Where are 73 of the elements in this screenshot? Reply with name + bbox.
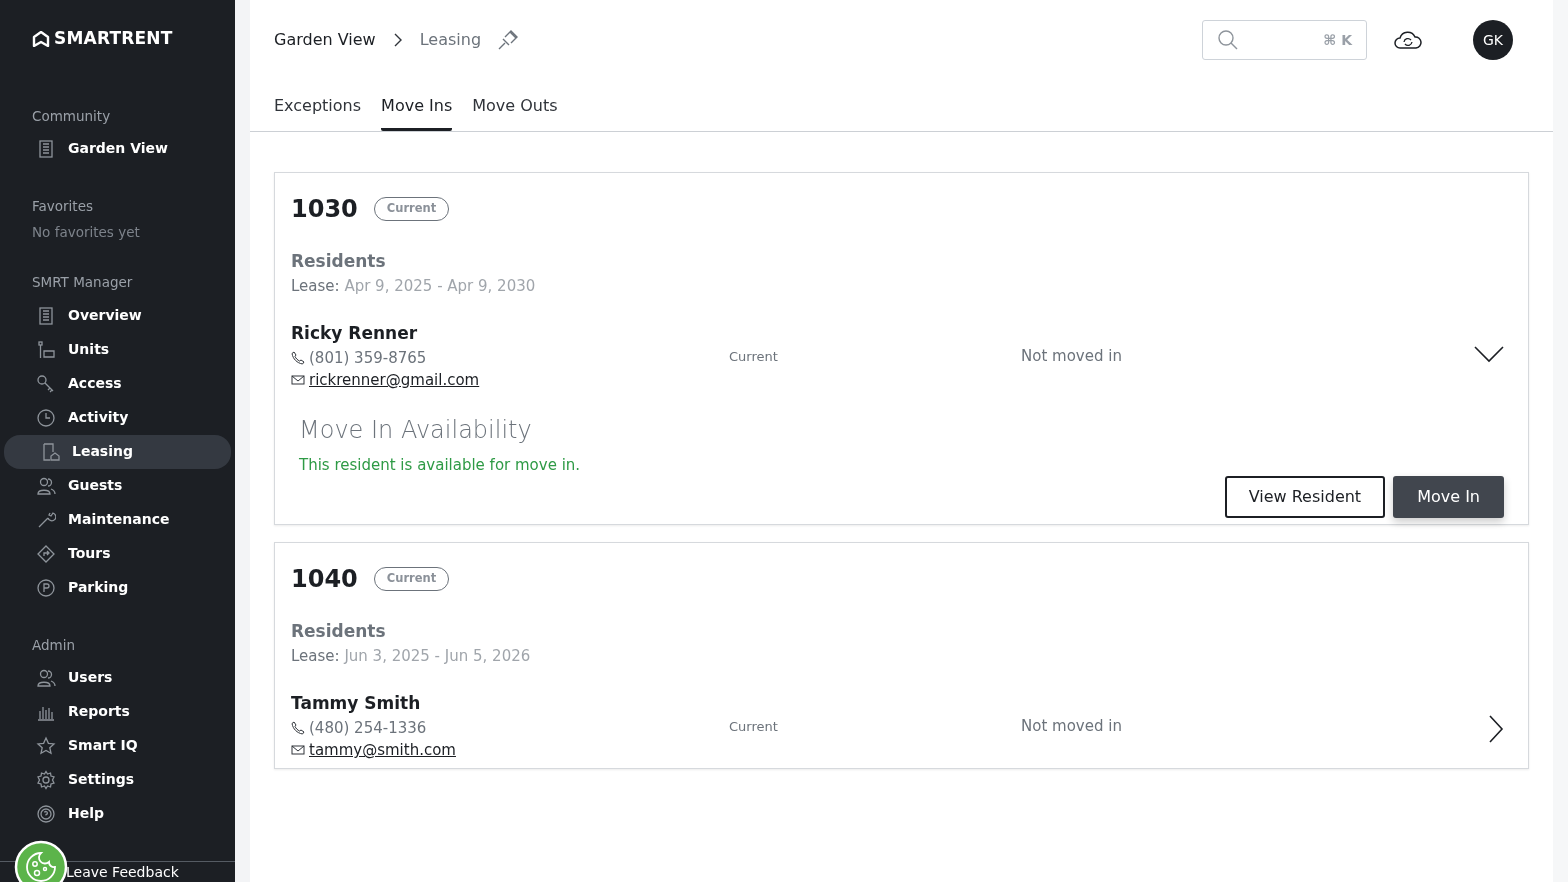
nav-item[interactable]: Maintenance [0,502,231,537]
nav-item[interactable]: Guests [0,468,231,503]
building-icon [36,305,56,326]
resident-name: Ricky Renner [291,322,419,345]
pin-icon[interactable] [497,29,520,51]
move-in-status: Not moved in [1021,716,1123,737]
parking-icon [36,577,56,598]
clock-icon [36,407,56,428]
nav-item[interactable]: Activity [0,400,231,435]
building-icon [36,138,56,159]
nav-item[interactable]: Units [0,332,231,367]
nav-item[interactable]: Overview [0,298,231,333]
shortcut-hint: ⌘ K [1323,30,1352,50]
feedback-link[interactable]: Leave Feedback [66,861,179,882]
people-icon [36,475,56,496]
resident-status: Current [729,348,779,366]
section-heading: Favorites [31,196,94,216]
unit-furniture-icon [36,339,56,360]
move-in-button[interactable]: Move In [1393,476,1504,518]
section-title: Residents [291,620,387,643]
nav-item[interactable]: Help [0,796,231,831]
logo-text: SMARTRENT [54,27,173,50]
diamond-sign-icon [36,543,56,564]
chevron-down-icon[interactable] [1474,345,1504,363]
phone-number: (480) 254-1336 [309,717,427,739]
help-icon [36,803,56,824]
nav-item[interactable]: Tours [0,536,231,571]
email-link[interactable]: rickrenner@gmail.com [309,369,480,392]
section-heading: SMRT Manager [31,273,134,293]
nav-item[interactable]: Reports [0,694,231,729]
availability-message: This resident is available for move in. [299,454,582,476]
nav-item[interactable]: Settings [0,762,231,797]
unit-number: 1040 [291,564,358,595]
availability-title: Move In Availability [299,414,533,446]
section-heading: Admin [31,635,77,655]
unit-number: 1030 [291,194,358,225]
star-icon [36,735,56,756]
chevron-right-icon[interactable] [1488,715,1504,743]
nav-item[interactable]: Smart IQ [0,728,231,763]
tab[interactable]: Exceptions [274,88,362,131]
lease-dates: Lease: Jun 3, 2025 - Jun 5, 2026 [291,645,532,667]
lease-dates: Lease: Apr 9, 2025 - Apr 9, 2030 [291,275,537,297]
envelope-icon [291,374,305,387]
key-icon [36,373,56,394]
nav-item[interactable]: Users [0,660,231,695]
cloud-sync-icon[interactable] [1393,29,1423,51]
section-title: Residents [291,250,387,273]
breadcrumb-current: Leasing [419,29,482,51]
email-link[interactable]: tammy@smith.com [309,739,456,762]
phone-icon [291,720,305,735]
phone-icon [291,350,305,365]
nav-item[interactable]: Leasing [4,434,231,469]
phone-number: (801) 359-8765 [309,347,427,369]
view-resident-button[interactable]: View Resident [1224,476,1386,518]
tab[interactable]: Move Outs [472,88,558,131]
search-icon [1217,29,1239,51]
envelope-icon [291,744,305,757]
people-icon [36,667,56,688]
cookie-button-icon[interactable] [14,839,68,882]
document-house-icon [40,441,60,462]
resident-name: Tammy Smith [291,692,422,715]
resident-status: Current [729,718,779,736]
move-in-status: Not moved in [1021,346,1123,367]
user-avatar[interactable]: GK [1473,20,1513,60]
empty-message: No favorites yet [31,223,141,242]
section-heading: Community [31,106,112,126]
tab[interactable]: Move Ins [381,88,453,131]
logo-icon [32,30,50,47]
nav-item[interactable]: Garden View [0,131,231,166]
nav-item[interactable]: Access [0,366,231,401]
breadcrumb-link[interactable]: Garden View [274,28,376,52]
settings-icon [36,769,56,790]
nav-item[interactable]: Parking [0,570,231,605]
